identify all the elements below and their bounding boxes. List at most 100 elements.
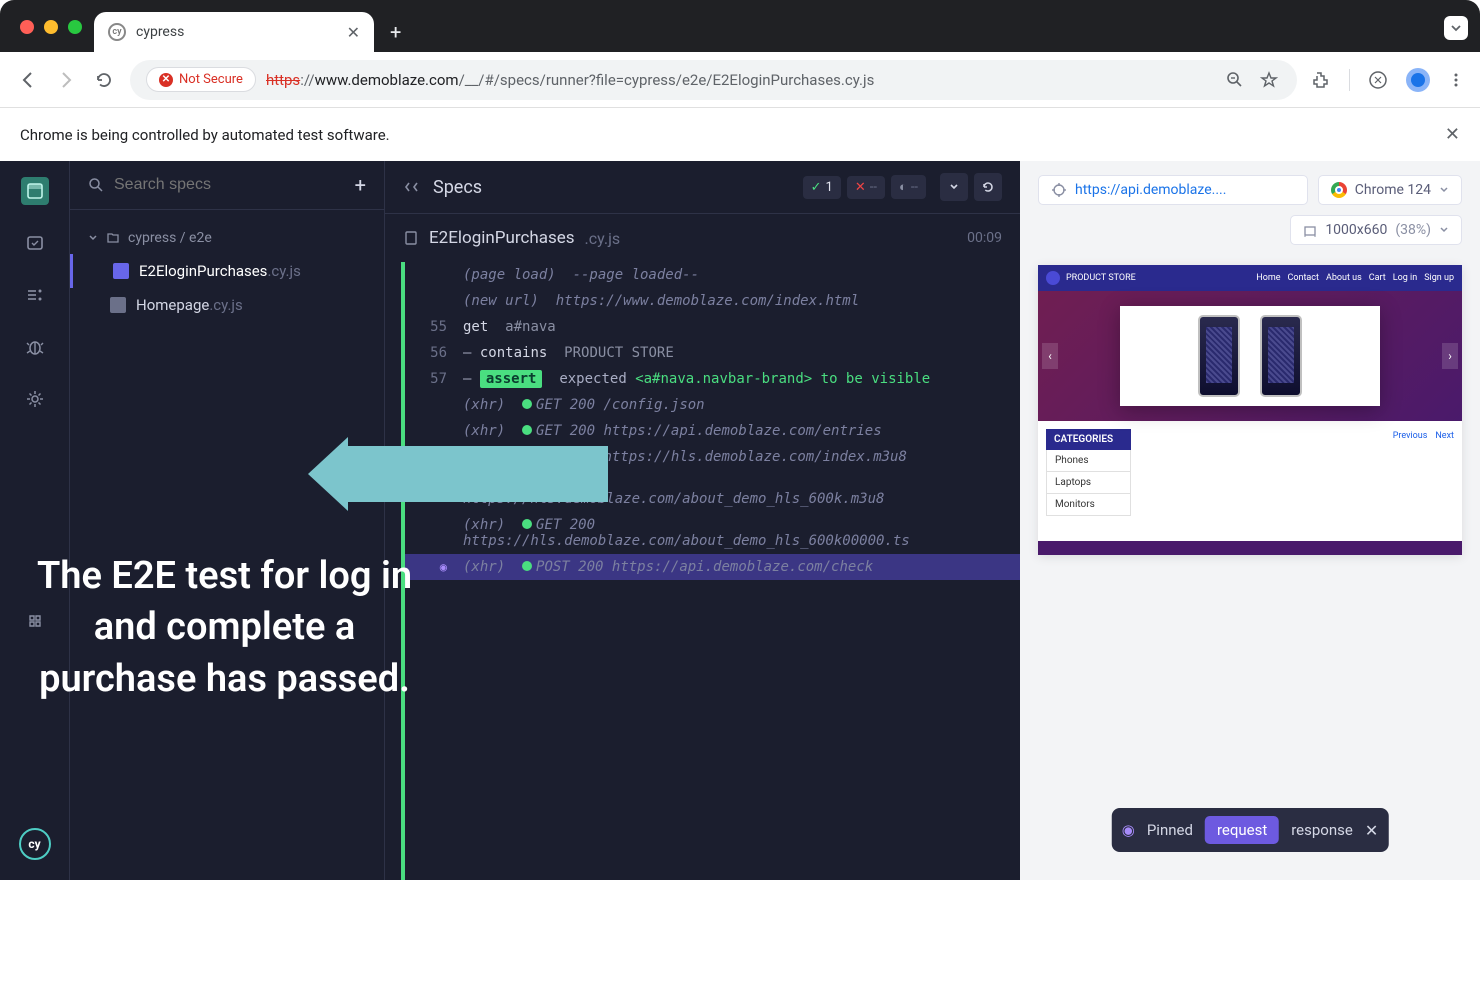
spec-title-row: E2EloginPurchases.cy.js 00:09 xyxy=(385,214,1020,262)
collapse-icon[interactable] xyxy=(403,179,419,195)
zoom-icon[interactable] xyxy=(1223,68,1247,92)
log-line[interactable]: 57– assert expected <a#nava.navbar-brand… xyxy=(405,366,1020,392)
search-specs-input[interactable] xyxy=(114,176,345,194)
chevron-down-icon xyxy=(88,233,98,243)
cypress-logo-icon[interactable]: cy xyxy=(19,828,51,860)
phone-image-icon xyxy=(1198,315,1240,397)
duration-label: 00:09 xyxy=(967,230,1002,246)
nav-link[interactable]: Home xyxy=(1256,273,1280,283)
site-carousel: ‹ › xyxy=(1038,291,1462,421)
log-line[interactable]: 55get a#nava xyxy=(405,314,1020,340)
spec-file[interactable]: Homepage.cy.js xyxy=(70,288,384,322)
security-chip[interactable]: ✕ Not Secure xyxy=(146,67,256,92)
category-item[interactable]: Laptops xyxy=(1046,472,1131,494)
nav-link[interactable]: Sign up xyxy=(1424,273,1454,283)
profile-avatar-icon[interactable] xyxy=(1406,68,1430,92)
log-line[interactable]: (xhr) GET 200 https://hls.demoblaze.com/… xyxy=(405,444,1020,470)
close-info-icon[interactable]: ✕ xyxy=(1445,124,1460,145)
tab-favicon-icon: cy xyxy=(108,23,126,41)
log-line[interactable]: (xhr) GET 200 /config.json xyxy=(405,392,1020,418)
browser-toolbar: ✕ Not Secure https://www.demoblaze.com/_… xyxy=(0,52,1480,108)
back-button[interactable] xyxy=(16,68,40,92)
prev-link[interactable]: Previous xyxy=(1393,431,1428,441)
browser-tab-strip: cy cypress ✕ + xyxy=(0,0,1480,52)
site-nav-links: Home Contact About us Cart Log in Sign u… xyxy=(1256,273,1454,283)
carousel-next-button[interactable]: › xyxy=(1442,343,1458,369)
new-tab-button[interactable]: + xyxy=(374,20,417,52)
toolbar-actions xyxy=(1311,68,1464,92)
browser-tab[interactable]: cy cypress ✕ xyxy=(94,12,374,52)
not-secure-icon: ✕ xyxy=(159,73,173,87)
nav-link[interactable]: About us xyxy=(1326,273,1362,283)
folder-label: cypress / e2e xyxy=(128,230,212,246)
specs-nav-icon[interactable] xyxy=(21,177,49,205)
next-test-button[interactable] xyxy=(940,173,968,201)
site-brand: PRODUCT STORE xyxy=(1066,273,1136,283)
cypress-sidebar: cy xyxy=(0,161,70,880)
nav-link[interactable]: Cart xyxy=(1369,273,1386,283)
runner-header: Specs ✓1 ✕-- ◐-- xyxy=(385,161,1020,214)
address-bar[interactable]: ✕ Not Secure https://www.demoblaze.com/_… xyxy=(130,60,1297,100)
close-tab-icon[interactable]: ✕ xyxy=(347,23,360,42)
url-text: https://www.demoblaze.com/__/#/specs/run… xyxy=(266,71,874,89)
log-line-pinned[interactable]: ◉(xhr) POST 200 https://api.demoblaze.co… xyxy=(402,554,1020,580)
nav-link[interactable]: Contact xyxy=(1288,273,1319,283)
site-body: CATEGORIES Phones Laptops Monitors Previ… xyxy=(1038,421,1462,524)
not-secure-label: Not Secure xyxy=(179,72,243,87)
maximize-window-icon[interactable] xyxy=(68,20,82,34)
fail-count-pill: ✕-- xyxy=(847,176,885,199)
chevron-down-icon xyxy=(1439,225,1449,235)
carousel-prev-button[interactable]: ‹ xyxy=(1042,343,1058,369)
folder-icon xyxy=(106,231,120,245)
extensions-icon[interactable] xyxy=(1311,70,1331,90)
info-bar-text: Chrome is being controlled by automated … xyxy=(20,126,390,144)
category-item[interactable]: Phones xyxy=(1046,450,1131,472)
reload-button[interactable] xyxy=(92,68,116,92)
aut-controls: https://api.demoblaze.... Chrome 124 100… xyxy=(1020,161,1480,259)
keyboard-nav-icon[interactable] xyxy=(21,607,49,635)
automation-info-bar: Chrome is being controlled by automated … xyxy=(0,108,1480,161)
cypress-ext-icon[interactable] xyxy=(1368,70,1388,90)
log-line[interactable]: (xhr) GET 200 https://api.demoblaze.com/… xyxy=(405,418,1020,444)
bug-nav-icon[interactable] xyxy=(21,333,49,361)
browser-selector[interactable]: Chrome 124 xyxy=(1318,175,1462,205)
search-icon xyxy=(88,177,104,193)
log-line[interactable]: 56– contains PRODUCT STORE xyxy=(405,340,1020,366)
close-pinned-icon[interactable]: ✕ xyxy=(1365,821,1378,840)
spec-folder[interactable]: cypress / e2e xyxy=(70,222,384,254)
add-spec-button[interactable]: + xyxy=(355,173,366,197)
tab-title: cypress xyxy=(136,24,184,40)
next-link[interactable]: Next xyxy=(1435,431,1454,441)
log-line[interactable]: (xhr) GET 200 https://hls.demoblaze.com/… xyxy=(405,470,1020,512)
spec-file-active[interactable]: E2EloginPurchases.cy.js xyxy=(70,254,384,288)
log-line[interactable]: (new url) https://www.demoblaze.com/inde… xyxy=(405,288,1020,314)
runs-nav-icon[interactable] xyxy=(21,229,49,257)
expand-window-icon[interactable] xyxy=(1444,16,1468,40)
category-item[interactable]: Monitors xyxy=(1046,494,1131,516)
settings-nav-icon[interactable] xyxy=(21,385,49,413)
runner-panel: Specs ✓1 ✕-- ◐-- E2EloginPurchases.cy.js… xyxy=(385,161,1020,880)
kebab-menu-icon[interactable] xyxy=(1448,72,1464,88)
aut-panel: https://api.demoblaze.... Chrome 124 100… xyxy=(1020,161,1480,880)
bookmark-icon[interactable] xyxy=(1257,68,1281,92)
phone-image-icon xyxy=(1260,315,1302,397)
pass-count-pill: ✓1 xyxy=(803,176,841,199)
pin-icon: ◉ xyxy=(1122,821,1135,839)
viewport-selector[interactable]: 1000x660 (38%) xyxy=(1290,215,1462,245)
log-line[interactable]: (xhr) GET 200 https://hls.demoblaze.com/… xyxy=(405,512,1020,554)
chevron-down-icon xyxy=(1439,185,1449,195)
command-log[interactable]: (page load) --page loaded-- (new url) ht… xyxy=(401,262,1020,880)
viewport-size: 1000x660 xyxy=(1325,222,1387,238)
minimize-window-icon[interactable] xyxy=(44,20,58,34)
forward-button[interactable] xyxy=(54,68,78,92)
nav-link[interactable]: Log in xyxy=(1393,273,1417,283)
aut-iframe[interactable]: PRODUCT STORE Home Contact About us Cart… xyxy=(1038,265,1462,555)
log-line[interactable]: (page load) --page loaded-- xyxy=(405,262,1020,288)
carousel-image xyxy=(1120,306,1380,406)
debug-nav-icon[interactable] xyxy=(21,281,49,309)
close-window-icon[interactable] xyxy=(20,20,34,34)
response-tab[interactable]: response xyxy=(1291,821,1353,839)
request-tab[interactable]: request xyxy=(1205,816,1279,844)
rerun-button[interactable] xyxy=(974,173,1002,201)
selector-playground-button[interactable]: https://api.demoblaze.... xyxy=(1038,175,1308,205)
